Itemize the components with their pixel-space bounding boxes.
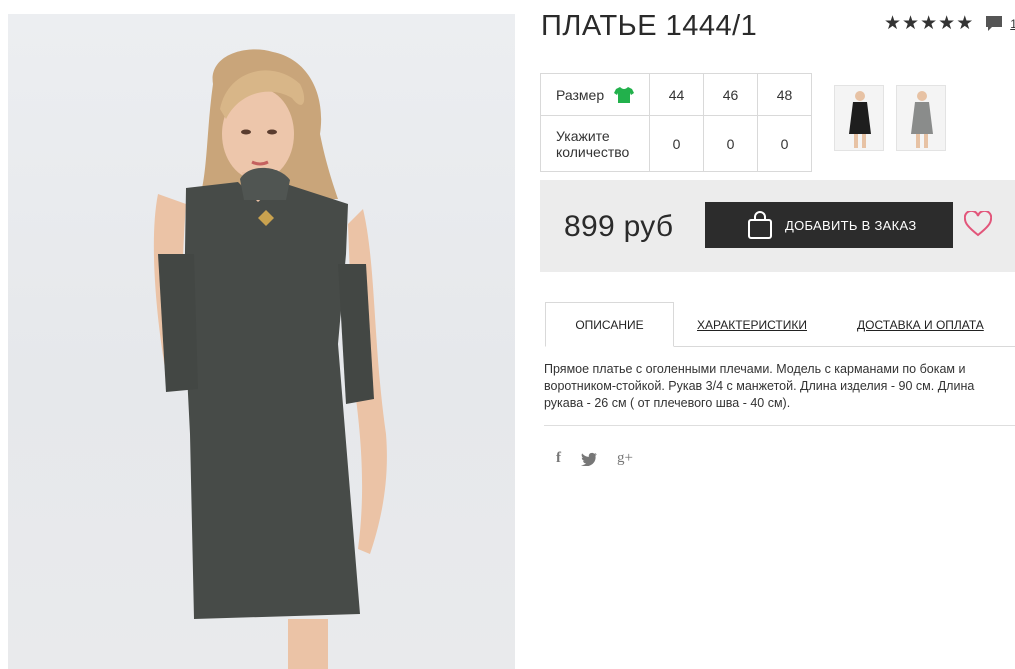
product-description: Прямое платье с оголенными плечами. Моде… bbox=[544, 362, 975, 410]
size-option[interactable]: 48 bbox=[757, 73, 812, 116]
star-icon[interactable]: ★ bbox=[884, 14, 901, 34]
shirt-icon[interactable] bbox=[614, 86, 635, 104]
size-option[interactable]: 44 bbox=[649, 73, 704, 116]
star-icon[interactable]: ★ bbox=[902, 14, 919, 34]
social-share: f g+ bbox=[556, 450, 633, 467]
thumbnail-black-dress[interactable] bbox=[834, 85, 884, 151]
google-plus-icon[interactable]: g+ bbox=[617, 450, 633, 467]
bag-icon bbox=[748, 211, 772, 239]
qty-label-cell: Укажите количество bbox=[540, 115, 650, 172]
star-icon[interactable]: ★ bbox=[920, 14, 937, 34]
product-main-image[interactable] bbox=[8, 14, 515, 669]
purchase-panel: 899 руб ДОБАВИТЬ В ЗАКАЗ bbox=[540, 180, 1015, 272]
price: 899 руб bbox=[564, 210, 674, 243]
size-label: Размер bbox=[556, 86, 605, 103]
product-title: ПЛАТЬЕ 1444/1 bbox=[541, 10, 758, 42]
qty-input[interactable]: 0 bbox=[757, 115, 812, 172]
qty-label: Укажите количество bbox=[556, 127, 630, 160]
tab-delivery-payment[interactable]: ДОСТАВКА И ОПЛАТА bbox=[857, 302, 984, 347]
star-icon[interactable]: ★ bbox=[956, 14, 973, 34]
rating-stars[interactable]: ★ ★ ★ ★ ★ bbox=[884, 14, 973, 34]
add-to-order-button[interactable]: ДОБАВИТЬ В ЗАКАЗ bbox=[705, 202, 953, 248]
add-to-order-label: ДОБАВИТЬ В ЗАКАЗ bbox=[785, 217, 917, 233]
heart-icon[interactable] bbox=[964, 211, 992, 237]
star-icon[interactable]: ★ bbox=[938, 14, 955, 34]
size-option[interactable]: 46 bbox=[703, 73, 758, 116]
tab-characteristics[interactable]: ХАРАКТЕРИСТИКИ bbox=[697, 302, 807, 347]
rating[interactable]: ★ ★ ★ ★ ★ 1 bbox=[884, 14, 1015, 34]
size-label-cell: Размер bbox=[540, 73, 650, 116]
qty-input[interactable]: 0 bbox=[649, 115, 704, 172]
divider bbox=[544, 425, 1015, 426]
tab-description[interactable]: ОПИСАНИЕ bbox=[545, 302, 674, 347]
product-tabs: ОПИСАНИЕ ХАРАКТЕРИСТИКИ ДОСТАВКА И ОПЛАТ… bbox=[545, 302, 1015, 347]
facebook-icon[interactable]: f bbox=[556, 450, 561, 467]
reviews-count-link[interactable]: 1 bbox=[1010, 17, 1015, 31]
thumbnail-grey-dress[interactable] bbox=[896, 85, 946, 151]
twitter-icon[interactable] bbox=[581, 452, 597, 466]
size-table: Размер 44 46 48 Укажите количество 0 0 0 bbox=[540, 73, 812, 172]
qty-input[interactable]: 0 bbox=[703, 115, 758, 172]
comment-icon[interactable] bbox=[985, 15, 1003, 33]
